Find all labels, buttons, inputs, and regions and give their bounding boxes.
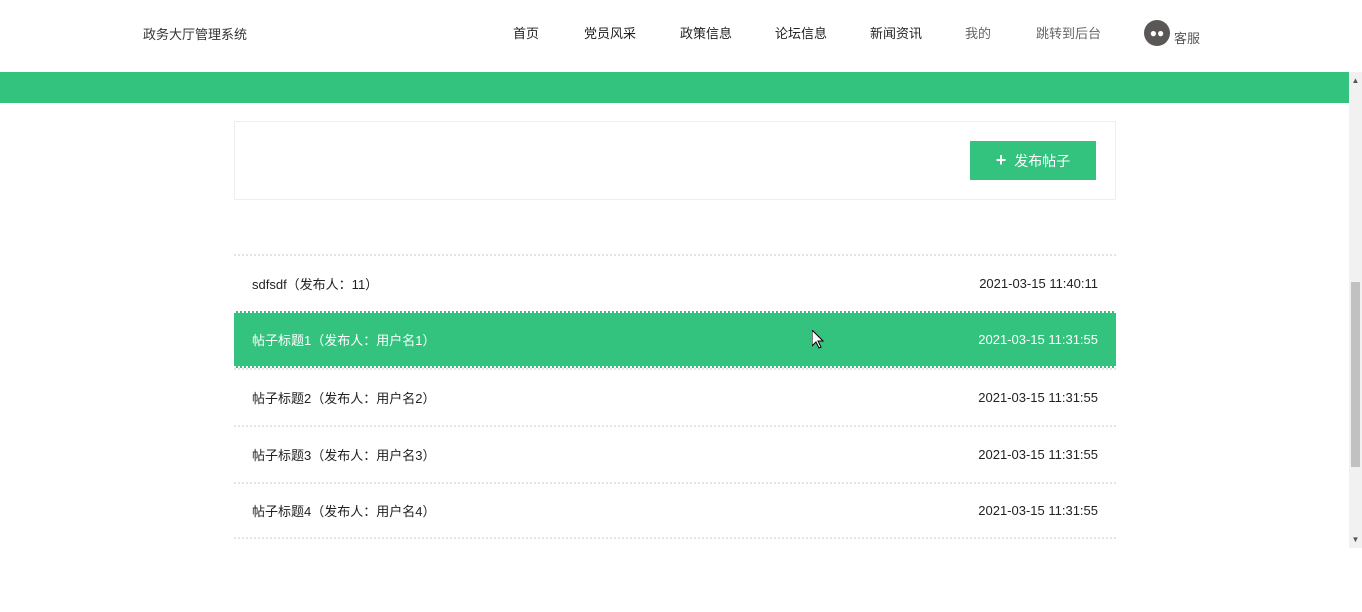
scroll-down-icon[interactable]: ▼ <box>1349 535 1362 544</box>
post-row[interactable]: 帖子标题2（发布人：用户名2） 2021-03-15 11:31:55 <box>234 368 1116 425</box>
scroll-up-icon[interactable]: ▲ <box>1349 76 1362 85</box>
nav-news[interactable]: 新闻资讯 <box>870 23 922 42</box>
nav-policy[interactable]: 政策信息 <box>680 23 732 42</box>
scrollbar-thumb[interactable] <box>1351 282 1360 467</box>
brand-title: 政务大厅管理系统 <box>143 27 248 42</box>
post-time: 2021-03-15 11:31:55 <box>978 332 1098 347</box>
banner <box>0 72 1349 103</box>
post-title: 帖子标题1（发布人：用户名1） <box>252 333 436 348</box>
post-time: 2021-03-15 11:40:11 <box>979 276 1098 291</box>
publish-post-button[interactable]: + 发布帖子 <box>970 141 1096 180</box>
post-row[interactable]: 帖子标题1（发布人：用户名1） 2021-03-15 11:31:55 <box>234 311 1116 368</box>
customer-service-button[interactable]: ●● 客服 <box>1144 18 1200 47</box>
header: 政务大厅管理系统 首页 党员风采 政策信息 论坛信息 新闻资讯 我的 跳转到后台… <box>0 0 1349 72</box>
nav-forum[interactable]: 论坛信息 <box>775 23 827 42</box>
nav-mine[interactable]: 我的 <box>965 23 991 42</box>
post-row[interactable]: 帖子标题3（发布人：用户名3） 2021-03-15 11:31:55 <box>234 425 1116 482</box>
post-row[interactable]: sdfsdf（发布人：11） 2021-03-15 11:40:11 <box>234 254 1116 311</box>
post-time: 2021-03-15 11:31:55 <box>978 390 1098 405</box>
nav-members[interactable]: 党员风采 <box>584 23 636 42</box>
post-title: 帖子标题4（发布人：用户名4） <box>252 504 436 519</box>
nav-backend[interactable]: 跳转到后台 <box>1036 23 1101 42</box>
publish-post-label: 发布帖子 <box>1014 152 1071 169</box>
post-list: sdfsdf（发布人：11） 2021-03-15 11:40:11 帖子标题1（… <box>234 254 1116 539</box>
scrollbar[interactable]: ▲ ▼ <box>1349 72 1362 548</box>
wechat-icon: ●● <box>1144 19 1170 46</box>
plus-icon: + <box>995 150 1007 170</box>
post-title: 帖子标题3（发布人：用户名3） <box>252 448 436 463</box>
post-title: 帖子标题2（发布人：用户名2） <box>252 391 436 406</box>
post-time: 2021-03-15 11:31:55 <box>978 503 1098 518</box>
customer-service-label: 客服 <box>1174 31 1201 46</box>
post-time: 2021-03-15 11:31:55 <box>978 447 1098 462</box>
toolbar: + 发布帖子 <box>234 121 1116 200</box>
post-title: sdfsdf（发布人：11） <box>252 277 379 292</box>
mouse-cursor-icon <box>811 328 825 354</box>
post-row[interactable]: 帖子标题4（发布人：用户名4） 2021-03-15 11:31:55 <box>234 482 1116 539</box>
nav-home[interactable]: 首页 <box>513 23 539 42</box>
